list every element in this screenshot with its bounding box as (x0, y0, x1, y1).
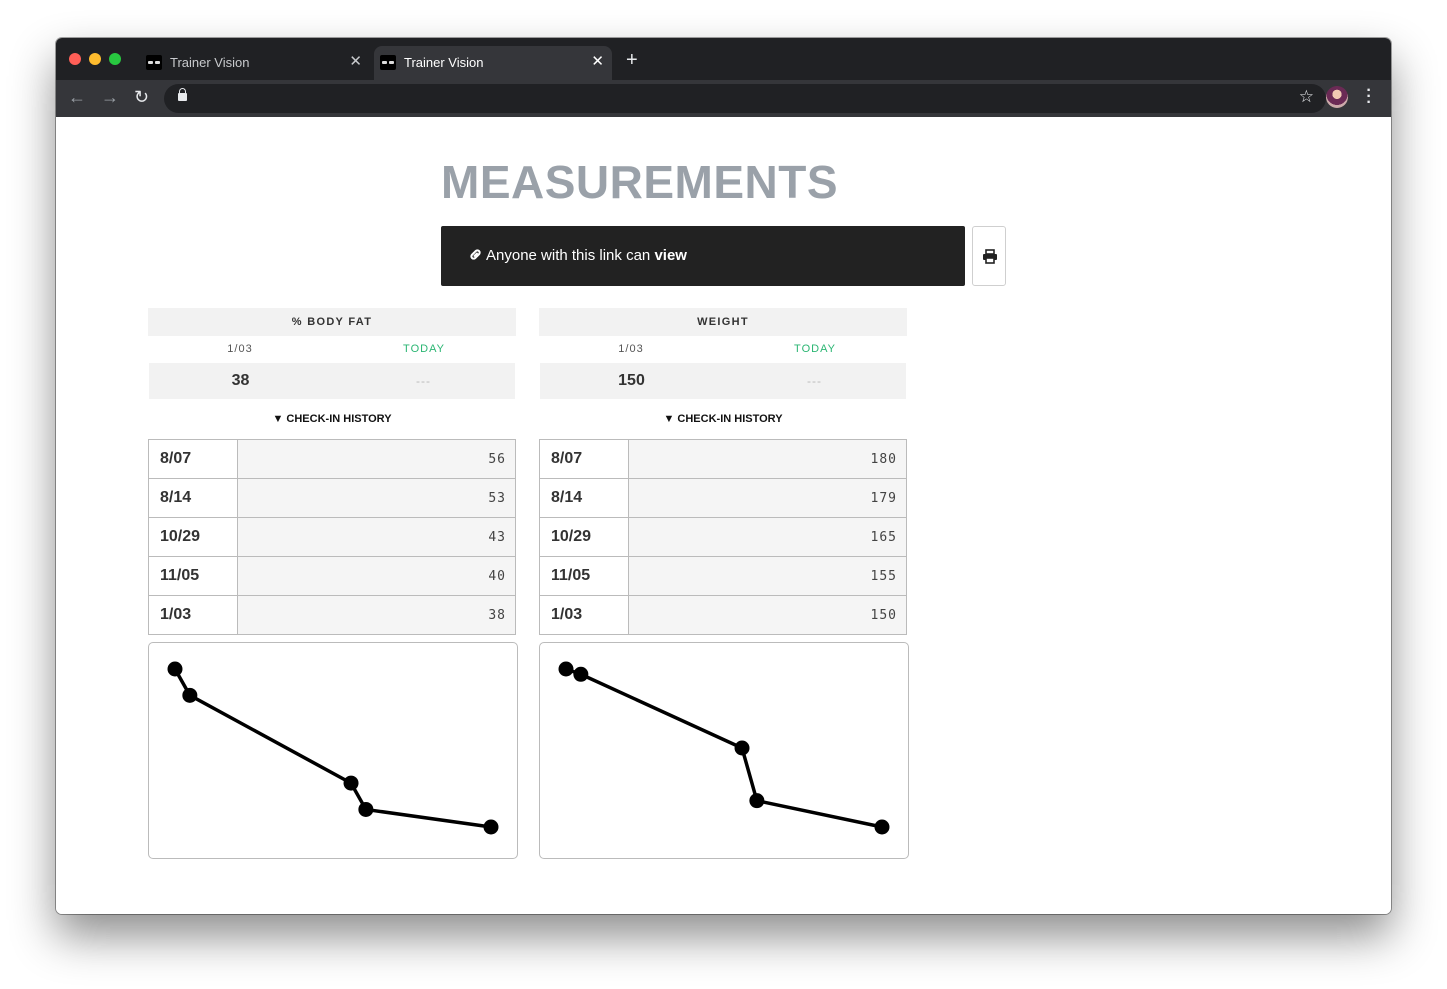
data-point[interactable] (749, 793, 765, 809)
address-bar[interactable]: ☆ (164, 84, 1326, 113)
forward-arrow-icon[interactable]: → (101, 88, 119, 106)
table-row: 11/05 40 (148, 556, 516, 596)
link-icon (470, 249, 481, 260)
table-row: 8/14 53 (148, 478, 516, 518)
date-row: 1/03 TODAY (148, 336, 516, 363)
reload-icon[interactable]: ↻ (134, 88, 149, 106)
data-point[interactable] (573, 666, 589, 682)
history-date: 8/07 (539, 439, 629, 479)
back-arrow-icon[interactable]: ← (68, 88, 86, 106)
data-point[interactable] (483, 819, 499, 835)
today-label: TODAY (403, 343, 445, 355)
browser-toolbar: ← → ↻ ☆ · · · (56, 80, 1391, 117)
weight-line-chart (558, 661, 890, 835)
print-icon (983, 249, 997, 264)
history-date: 11/05 (539, 556, 629, 596)
today-value[interactable]: --- (723, 374, 906, 388)
tab-title: Trainer Vision (170, 55, 250, 70)
table-row: 1/03 38 (148, 595, 516, 635)
data-point[interactable] (343, 775, 359, 791)
history-value: 40 (237, 556, 516, 596)
history-value: 56 (237, 439, 516, 479)
browser-window: Trainer Vision ✕ Trainer Vision ✕ + ← → … (56, 38, 1391, 914)
history-date: 10/29 (148, 517, 238, 557)
history-value: 38 (237, 595, 516, 635)
history-date: 8/07 (148, 439, 238, 479)
body-fat-chart (148, 642, 518, 859)
last-checkin-date: 1/03 (227, 343, 253, 355)
checkin-history-table: 8/07 180 8/14 179 10/29 165 11/05 155 1/03 15… (539, 439, 907, 635)
data-point[interactable] (358, 801, 374, 817)
data-point[interactable] (558, 661, 574, 677)
history-value: 165 (628, 517, 907, 557)
value-row: 38 --- (149, 363, 515, 399)
page-content: MEASUREMENTS Anyone with this link can v… (56, 117, 1391, 914)
table-row: 10/29 165 (539, 517, 907, 557)
history-value: 150 (628, 595, 907, 635)
share-text: Anyone with this link can view (486, 247, 687, 264)
page-title: MEASUREMENTS (441, 156, 839, 208)
data-point[interactable] (734, 740, 750, 756)
history-value: 43 (237, 517, 516, 557)
profile-avatar[interactable] (1326, 86, 1348, 108)
last-checkin-value: 150 (618, 372, 645, 389)
print-button[interactable] (972, 226, 1006, 286)
new-tab-icon[interactable]: + (626, 50, 638, 70)
history-date: 10/29 (539, 517, 629, 557)
history-date: 8/14 (148, 478, 238, 518)
tab-title: Trainer Vision (404, 55, 484, 70)
body-fat-line-chart (167, 661, 499, 835)
last-checkin-date: 1/03 (618, 343, 644, 355)
share-prefix: Anyone with this link can (486, 247, 651, 264)
kebab-menu-icon[interactable]: · · · (1364, 83, 1374, 111)
today-value[interactable]: --- (332, 374, 515, 388)
data-point[interactable] (182, 687, 198, 703)
share-permission: view (654, 247, 687, 264)
minimize-window-button[interactable] (89, 53, 101, 65)
lock-icon (178, 88, 187, 101)
bookmark-star-icon[interactable]: ☆ (1299, 87, 1314, 107)
trend-line (565, 667, 883, 829)
tab-trainer-vision-2[interactable]: Trainer Vision ✕ (374, 46, 612, 80)
sunglasses-icon (380, 55, 396, 70)
value-row: 150 --- (540, 363, 906, 399)
history-date: 11/05 (148, 556, 238, 596)
data-point[interactable] (167, 661, 183, 677)
share-link-bar[interactable]: Anyone with this link can view (441, 226, 965, 286)
tab-bar: Trainer Vision ✕ Trainer Vision ✕ + (56, 38, 1391, 80)
history-date: 8/14 (539, 478, 629, 518)
last-checkin-value: 38 (231, 372, 250, 389)
body-fat-card: % BODY FAT 1/03 TODAY 38 --- ▼ CHECK-IN … (148, 308, 518, 859)
history-date: 1/03 (148, 595, 238, 635)
history-value: 53 (237, 478, 516, 518)
date-row: 1/03 TODAY (539, 336, 907, 363)
weight-card: WEIGHT 1/03 TODAY 150 --- ▼ CHECK-IN HIS… (539, 308, 909, 859)
sunglasses-icon (146, 55, 162, 70)
trend-line (173, 668, 492, 829)
today-label: TODAY (794, 343, 836, 355)
history-value: 155 (628, 556, 907, 596)
card-header: WEIGHT (539, 308, 907, 336)
checkin-history-table: 8/07 56 8/14 53 10/29 43 11/05 40 1/03 38 (148, 439, 516, 635)
table-row: 8/07 56 (148, 439, 516, 479)
history-value: 180 (628, 439, 907, 479)
weight-chart (539, 642, 909, 859)
card-header: % BODY FAT (148, 308, 516, 336)
table-row: 8/07 180 (539, 439, 907, 479)
checkin-history-toggle[interactable]: ▼ CHECK-IN HISTORY (539, 399, 907, 439)
table-row: 8/14 179 (539, 478, 907, 518)
history-value: 179 (628, 478, 907, 518)
table-row: 1/03 150 (539, 595, 907, 635)
tab-trainer-vision-1[interactable]: Trainer Vision ✕ (140, 46, 370, 80)
table-row: 10/29 43 (148, 517, 516, 557)
close-icon[interactable]: ✕ (591, 52, 604, 70)
checkin-history-toggle[interactable]: ▼ CHECK-IN HISTORY (148, 399, 516, 439)
history-date: 1/03 (539, 595, 629, 635)
table-row: 11/05 155 (539, 556, 907, 596)
close-icon[interactable]: ✕ (349, 52, 362, 70)
data-point[interactable] (874, 819, 890, 835)
close-window-button[interactable] (69, 53, 81, 65)
maximize-window-button[interactable] (109, 53, 121, 65)
